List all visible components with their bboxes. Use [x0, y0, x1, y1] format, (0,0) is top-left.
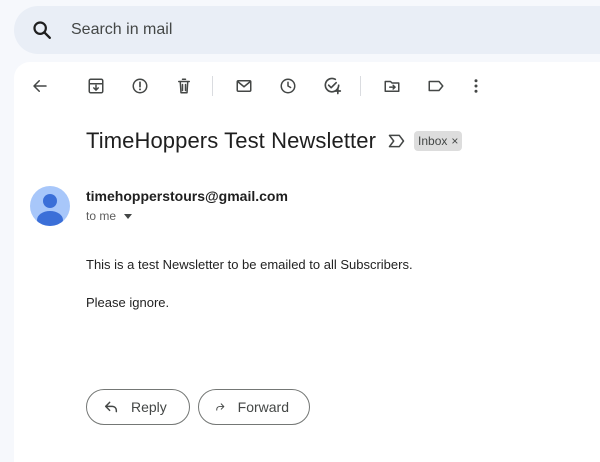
recipient-row: to me — [86, 209, 133, 223]
move-to-button[interactable] — [380, 74, 404, 98]
delete-button[interactable] — [172, 74, 196, 98]
more-vert-icon — [474, 79, 478, 93]
message-subject: TimeHoppers Test Newsletter — [86, 128, 377, 153]
snooze-icon — [280, 78, 296, 94]
remove-label-icon[interactable]: × — [451, 134, 458, 148]
message-toolbar — [14, 62, 600, 110]
add-task-icon — [324, 77, 342, 95]
delete-icon — [178, 78, 190, 94]
body-paragraph: Please ignore. — [86, 295, 170, 310]
forward-label: Forward — [237, 399, 289, 415]
person-icon — [37, 194, 63, 226]
reply-label: Reply — [131, 399, 167, 415]
label-icon — [428, 80, 444, 92]
importance-marker[interactable] — [388, 132, 406, 150]
avatar[interactable] — [30, 186, 70, 226]
forward-icon — [216, 403, 225, 411]
mark-unread-button[interactable] — [232, 74, 256, 98]
sender-email: timehopperstours@gmail.com — [86, 188, 288, 204]
add-task-button[interactable] — [320, 74, 344, 98]
chevron-down-icon[interactable] — [124, 213, 133, 219]
forward-button[interactable]: Forward — [198, 389, 310, 425]
back-button[interactable] — [28, 74, 52, 98]
move-to-icon — [384, 80, 400, 92]
inbox-label-chip[interactable]: Inbox × — [414, 131, 463, 151]
toolbar-divider — [212, 76, 213, 96]
search-icon — [33, 21, 51, 39]
archive-button[interactable] — [84, 74, 108, 98]
toolbar-divider — [360, 76, 361, 96]
mark-unread-icon — [236, 80, 252, 92]
recipient-text: to me — [86, 209, 117, 223]
importance-icon — [388, 134, 405, 148]
more-options-button[interactable] — [464, 74, 488, 98]
archive-icon — [88, 78, 104, 94]
reply-icon — [104, 401, 118, 413]
report-spam-icon — [132, 78, 148, 94]
label-chip-text: Inbox — [418, 134, 448, 148]
message-panel: TimeHoppers Test Newsletter Inbox × time… — [14, 62, 600, 462]
search-bar[interactable]: Search in mail — [14, 6, 600, 54]
search-button[interactable] — [14, 6, 70, 54]
back-arrow-icon — [33, 80, 47, 92]
reply-button[interactable]: Reply — [86, 389, 190, 425]
label-button[interactable] — [424, 74, 448, 98]
subject-row: TimeHoppers Test Newsletter Inbox × — [86, 128, 463, 154]
search-input[interactable]: Search in mail — [71, 21, 172, 39]
body-paragraph: This is a test Newsletter to be emailed … — [86, 257, 413, 272]
snooze-button[interactable] — [276, 74, 300, 98]
report-spam-button[interactable] — [128, 74, 152, 98]
